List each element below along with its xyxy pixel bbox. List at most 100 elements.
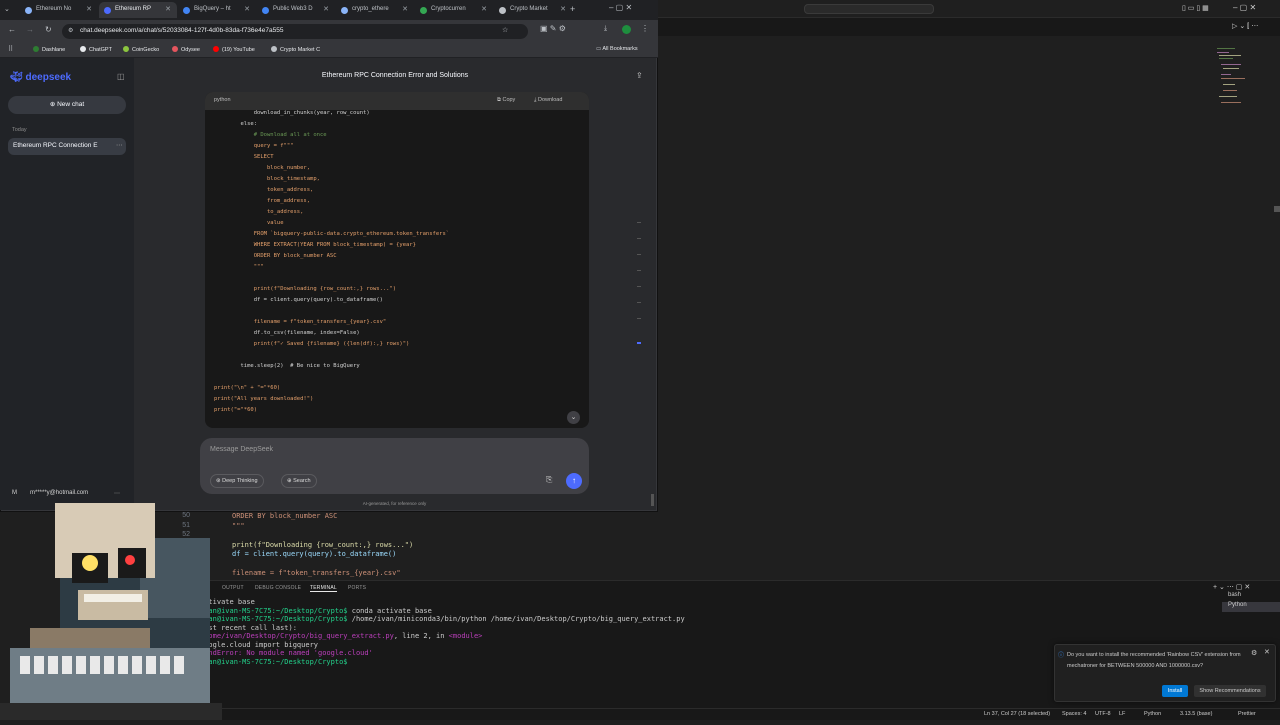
code-content[interactable]: download_in_chunks(year, row_count) else… <box>214 108 449 416</box>
copy-button[interactable]: ⧉ Copy <box>497 97 515 104</box>
run-icon[interactable]: ▷ ⌄ ⫿ ⋯ <box>1232 22 1258 31</box>
code-line: query = f""" <box>214 143 294 149</box>
scroll-down-icon[interactable]: ⌄ <box>567 411 580 424</box>
window-controls[interactable]: – ▢ ✕ <box>1233 3 1256 12</box>
status-encoding[interactable]: UTF-8 <box>1095 711 1111 717</box>
bookmark-item[interactable]: Crypto Market C <box>271 46 320 53</box>
close-tab-icon[interactable]: ✕ <box>244 5 250 13</box>
download-icon[interactable]: ⤓ <box>604 25 607 33</box>
sidebar <box>0 58 134 510</box>
close-icon[interactable]: ✕ <box>1264 648 1270 656</box>
new-chat-button[interactable]: ⊕ New chat <box>8 96 126 114</box>
browser-tab[interactable]: Ethereum No ✕ <box>20 2 98 18</box>
site-info-icon[interactable]: ⚙ <box>68 27 73 34</box>
terminal-command: /home/ivan/miniconda3/bin/python /home/i… <box>347 615 685 623</box>
reload-icon[interactable]: ↻ <box>45 25 52 34</box>
deepseek-logo[interactable]: 🐳︎ deepseek <box>10 72 71 83</box>
new-tab-button[interactable]: + <box>570 4 575 14</box>
close-tab-icon[interactable]: ✕ <box>165 5 171 13</box>
gear-icon[interactable]: ⚙ <box>1251 649 1257 657</box>
code-line: time.sleep(2) # Be nice to BigQuery <box>214 363 360 369</box>
page-scrollbar[interactable] <box>651 494 654 506</box>
search-toggle[interactable]: ⊕ Search <box>281 474 317 488</box>
terminal-output[interactable]: activate base ivan@ivan-MS-7C75:~/Deskto… <box>200 598 685 666</box>
bookmark-item[interactable]: Odysee <box>172 46 200 53</box>
tab-terminal[interactable]: TERMINAL <box>310 585 337 592</box>
deep-thinking-toggle[interactable]: ⊛ Deep Thinking <box>210 474 264 488</box>
menu-icon[interactable]: ⋮ <box>641 24 649 33</box>
bookmark-item[interactable]: CoinGecko <box>123 46 159 53</box>
all-bookmarks[interactable]: ▭ All Bookmarks <box>596 46 638 52</box>
chat-history-item[interactable]: Ethereum RPC Connection E ⋯ <box>8 138 126 155</box>
code-language: python <box>214 97 231 103</box>
show-recommendations-button[interactable]: Show Recommendations <box>1194 685 1266 697</box>
close-tab-icon[interactable]: ✕ <box>323 5 329 13</box>
odysee-icon <box>172 46 178 52</box>
code-line: value <box>214 220 284 226</box>
bookmark-item[interactable]: ChatGPT <box>80 46 112 53</box>
tab-label: Ethereum RP <box>115 6 152 12</box>
error-text: , line 2, in <box>393 632 449 640</box>
forward-icon[interactable]: → <box>26 25 34 34</box>
browser-tab-active[interactable]: Ethereum RP ✕ <box>99 2 177 18</box>
browser-tab[interactable]: Crypto Market ✕ <box>494 2 572 18</box>
attach-icon[interactable]: ⎘ <box>546 475 552 485</box>
code-line: ORDER BY block_number ASC <box>232 512 338 520</box>
window-controls[interactable]: – ▢ ✕ <box>609 3 632 12</box>
message-input[interactable]: Message DeepSeek ⊛ Deep Thinking ⊕ Searc… <box>200 438 589 494</box>
status-spaces[interactable]: Spaces: 4 <box>1062 711 1086 717</box>
layout-icons[interactable]: ▯ ▭ ▯ ▦ <box>1182 4 1209 12</box>
code-line: print(f"Downloading {row_count:,} rows..… <box>214 286 397 292</box>
close-tab-icon[interactable]: ✕ <box>86 5 92 13</box>
close-tab-icon[interactable]: ✕ <box>560 5 566 13</box>
apps-icon[interactable]: ⠿ <box>8 45 13 53</box>
code-line: df.to_csv(filename, index=False) <box>214 330 360 336</box>
more-icon[interactable]: ⋯ <box>116 141 123 149</box>
panel-actions[interactable]: + ⌄ ⋯ ▢ ✕ <box>1213 583 1250 591</box>
code-line: """ <box>232 521 245 530</box>
browser-tab[interactable]: BigQuery – ht ✕ <box>178 2 256 18</box>
code-block: python ⧉ Copy ⤓ Download download_in_chu… <box>205 92 589 428</box>
share-icon[interactable]: ⇪ <box>636 71 643 80</box>
tab-search-icon[interactable]: ⌄ <box>4 5 10 13</box>
status-formatter[interactable]: Prettier <box>1238 711 1256 717</box>
bookmark-star-icon[interactable]: ☆ <box>502 26 508 34</box>
browser-tab[interactable]: Public Web3 D ✕ <box>257 2 335 18</box>
code-line: download_in_chunks(year, row_count) <box>214 110 370 116</box>
terminal-item-python[interactable]: Python <box>1222 602 1280 612</box>
tab-favicon-icon <box>420 7 427 14</box>
bookmark-item[interactable]: Dashlane <box>33 46 65 53</box>
notification-toast: ⓘ Do you want to install the recommended… <box>1054 644 1276 702</box>
install-button[interactable]: Install <box>1162 685 1188 697</box>
send-button[interactable]: ↑ <box>566 473 582 489</box>
status-language[interactable]: Python <box>1144 711 1161 717</box>
status-interpreter[interactable]: 3.13.5 (base) <box>1180 711 1212 717</box>
back-icon[interactable]: ← <box>8 25 16 34</box>
bookmark-item[interactable]: (19) YouTube <box>213 46 255 53</box>
minimap[interactable] <box>1215 44 1255 114</box>
profile-avatar[interactable] <box>622 25 631 34</box>
browser-tab[interactable]: Cryptocurren ✕ <box>415 2 493 18</box>
command-center[interactable] <box>804 4 934 14</box>
new-chat-label: New chat <box>57 101 85 108</box>
tab-debug-console[interactable]: DEBUG CONSOLE <box>255 585 301 591</box>
editor-code[interactable]: ORDER BY block_number ASC """ print(f"Do… <box>232 512 413 579</box>
status-eol[interactable]: LF <box>1119 711 1125 717</box>
tab-output[interactable]: OUTPUT <box>222 585 244 591</box>
tab-label: BigQuery – ht <box>194 6 231 12</box>
address-bar[interactable]: ⚙ chat.deepseek.com/a/chat/s/52033084-12… <box>62 24 528 39</box>
extensions-icons[interactable]: ▣ ✎ ⚙ <box>540 24 566 33</box>
download-button[interactable]: ⤓ Download <box>534 97 562 104</box>
browser-tab[interactable]: crypto_ethere ✕ <box>336 2 414 18</box>
close-tab-icon[interactable]: ✕ <box>402 5 408 13</box>
more-icon[interactable]: ⋯ <box>114 490 120 497</box>
status-position[interactable]: Ln 37, Col 27 (18 selected) <box>984 711 1050 717</box>
tab-ports[interactable]: PORTS <box>348 585 366 591</box>
close-tab-icon[interactable]: ✕ <box>481 5 487 13</box>
terminal-item-bash[interactable]: bash <box>1222 592 1280 602</box>
deep-thinking-label: Deep Thinking <box>222 478 258 484</box>
collapse-sidebar-icon[interactable]: ◫ <box>117 72 125 81</box>
